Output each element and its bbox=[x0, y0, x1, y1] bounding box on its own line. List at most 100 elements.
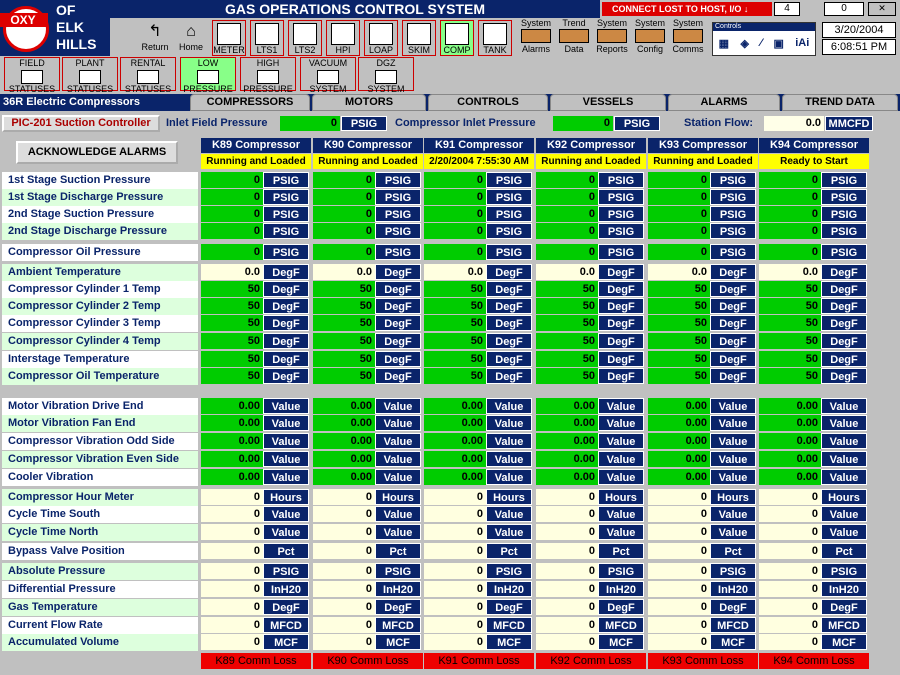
tool-button-lts2[interactable]: LTS2 bbox=[288, 20, 322, 56]
tool-button-tank[interactable]: TANK bbox=[478, 20, 512, 56]
tab-alarms[interactable]: ALARMS bbox=[668, 94, 780, 111]
unit-cell: PSIG bbox=[710, 244, 756, 260]
value-cell: 0 bbox=[759, 189, 821, 205]
unit-cell: DegF bbox=[710, 315, 756, 331]
low-icon bbox=[197, 70, 219, 84]
compressor-status: Running and Loaded bbox=[201, 154, 311, 169]
value-cell: 0 bbox=[201, 617, 263, 633]
controls-book-icon[interactable]: ▣ bbox=[773, 37, 783, 50]
value-cell: 0.00 bbox=[648, 415, 710, 431]
unit-cell: InH20 bbox=[486, 581, 532, 597]
row-label: Ambient Temperature bbox=[2, 264, 198, 281]
unit-cell: DegF bbox=[821, 368, 867, 384]
value-cell: 0 bbox=[201, 172, 263, 188]
category-high[interactable]: HIGH PRESSURE bbox=[240, 57, 296, 94]
system-button-data[interactable]: Trend Data bbox=[556, 18, 592, 56]
reports-icon bbox=[597, 29, 627, 43]
controls-iai-icon[interactable]: iAi bbox=[795, 37, 809, 49]
comm-loss-indicator[interactable]: K90 Comm Loss bbox=[313, 653, 423, 669]
unit-cell: PSIG bbox=[710, 172, 756, 188]
tool-button-loap[interactable]: LOAP bbox=[364, 20, 398, 56]
controls-shield-icon[interactable]: ◈ bbox=[740, 37, 748, 50]
category-rental[interactable]: RENTAL STATUSES bbox=[120, 57, 176, 94]
comm-loss-indicator[interactable]: K94 Comm Loss bbox=[759, 653, 869, 669]
compressor-inlet-label: Compressor Inlet Pressure bbox=[395, 117, 536, 129]
value-cell: 0.0 bbox=[648, 264, 710, 280]
unit-cell: PSIG bbox=[710, 563, 756, 579]
value-cell: 0 bbox=[759, 617, 821, 633]
system-button-label: Comms bbox=[672, 44, 704, 54]
category-plant[interactable]: PLANT STATUSES bbox=[62, 57, 118, 94]
unit-cell: DegF bbox=[263, 351, 309, 367]
tab-compressors[interactable]: COMPRESSORS bbox=[190, 94, 310, 111]
value-cell: 0 bbox=[536, 223, 598, 239]
home-button[interactable]: ⌂ Home bbox=[174, 22, 208, 56]
value-cell: 0.00 bbox=[424, 469, 486, 485]
compressor-status: Running and Loaded bbox=[648, 154, 758, 169]
tool-button-hpi[interactable]: HPI bbox=[326, 20, 360, 56]
tab-motors[interactable]: MOTORS bbox=[312, 94, 426, 111]
row-label: Absolute Pressure bbox=[2, 563, 198, 580]
unit-cell: DegF bbox=[598, 368, 644, 384]
value-cell: 0 bbox=[648, 206, 710, 222]
unit-cell: Value bbox=[375, 506, 421, 522]
unit-cell: Value bbox=[821, 506, 867, 522]
value-cell: 0 bbox=[201, 489, 263, 505]
controls-keyboard-icon[interactable]: ▦ bbox=[719, 37, 729, 50]
tool-label: SKIM bbox=[407, 45, 430, 55]
value-cell: 0 bbox=[201, 543, 263, 559]
row-label: Cycle Time North bbox=[2, 524, 198, 541]
value-cell: 50 bbox=[424, 351, 486, 367]
system-button-config[interactable]: System Config bbox=[632, 18, 668, 56]
tool-button-lts1[interactable]: LTS1 bbox=[250, 20, 284, 56]
tool-label: TANK bbox=[483, 45, 507, 55]
row-label: Accumulated Volume bbox=[2, 634, 198, 651]
row-label: Interstage Temperature bbox=[2, 351, 198, 368]
category-dgz[interactable]: DGZ SYSTEM bbox=[358, 57, 414, 94]
acknowledge-alarms-button[interactable]: ACKNOWLEDGE ALARMS bbox=[16, 141, 178, 164]
unit-cell: MFCD bbox=[263, 617, 309, 633]
comm-loss-indicator[interactable]: K92 Comm Loss bbox=[536, 653, 646, 669]
unit-cell: DegF bbox=[263, 298, 309, 314]
alarm-banner-text: CONNECT LOST TO HOST, I/O bbox=[612, 4, 742, 14]
system-button-alarms[interactable]: System Alarms bbox=[518, 18, 554, 56]
category-line1: LOW bbox=[197, 58, 219, 68]
comm-loss-indicator[interactable]: K91 Comm Loss bbox=[424, 653, 534, 669]
unit-cell: Pct bbox=[375, 543, 421, 559]
data-icon bbox=[559, 29, 589, 43]
tool-button-meter[interactable]: METER bbox=[212, 20, 246, 56]
tool-button-skim[interactable]: SKIM bbox=[402, 20, 436, 56]
value-cell: 0.0 bbox=[536, 264, 598, 280]
value-cell: 0 bbox=[648, 172, 710, 188]
system-button-comms[interactable]: System Comms bbox=[670, 18, 706, 56]
value-cell: 50 bbox=[759, 315, 821, 331]
unit-cell: DegF bbox=[486, 333, 532, 349]
unit-cell: PSIG bbox=[821, 206, 867, 222]
value-cell: 0 bbox=[536, 581, 598, 597]
tab-vessels[interactable]: VESSELS bbox=[550, 94, 666, 111]
close-button[interactable]: ✕ bbox=[868, 2, 896, 16]
comm-loss-indicator[interactable]: K93 Comm Loss bbox=[648, 653, 758, 669]
compressor-status: 2/20/2004 7:55:30 AM bbox=[424, 154, 534, 169]
unit-cell: PSIG bbox=[486, 223, 532, 239]
unit-cell: Value bbox=[375, 524, 421, 540]
alarm-banner[interactable]: CONNECT LOST TO HOST, I/O ↓ bbox=[602, 2, 772, 16]
value-cell: 50 bbox=[313, 333, 375, 349]
comm-loss-indicator[interactable]: K89 Comm Loss bbox=[201, 653, 311, 669]
system-button-reports[interactable]: System Reports bbox=[594, 18, 630, 56]
tool-button-comp[interactable]: COMP bbox=[440, 20, 474, 56]
row-label: 1st Stage Suction Pressure bbox=[2, 172, 198, 189]
value-cell: 50 bbox=[201, 351, 263, 367]
controls-tools-icon[interactable]: ⁄ bbox=[760, 37, 762, 49]
unit-cell: Value bbox=[375, 451, 421, 467]
category-field[interactable]: FIELD STATUSES bbox=[4, 57, 60, 94]
unit-cell: DegF bbox=[821, 599, 867, 615]
return-button[interactable]: ↰ Return bbox=[138, 22, 172, 56]
tab-trend-data[interactable]: TREND DATA bbox=[782, 94, 898, 111]
tab-controls[interactable]: CONTROLS bbox=[428, 94, 548, 111]
unit-cell: MFCD bbox=[821, 617, 867, 633]
pic-201-button[interactable]: PIC-201 Suction Controller bbox=[2, 115, 160, 132]
category-low[interactable]: LOW PRESSURE bbox=[180, 57, 236, 94]
category-vacuum[interactable]: VACUUM SYSTEM bbox=[300, 57, 356, 94]
value-cell: 0.0 bbox=[201, 264, 263, 280]
